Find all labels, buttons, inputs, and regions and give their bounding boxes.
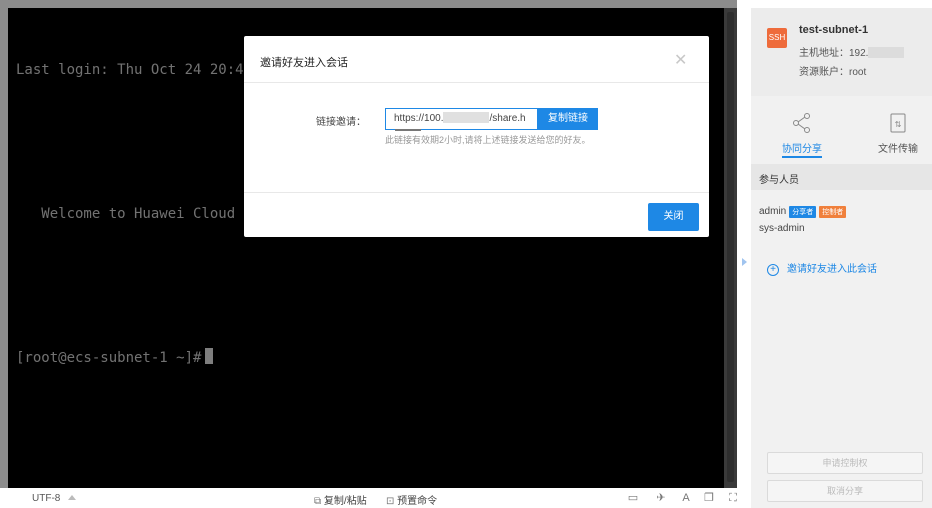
active-tab-indicator: [782, 156, 822, 158]
close-button[interactable]: 关闭: [648, 203, 699, 231]
copy-paste-label: 复制/粘贴: [323, 496, 367, 507]
invite-friend-link[interactable]: + 邀请好友进入此会话: [767, 260, 877, 276]
encoding-value: UTF-8: [32, 493, 61, 504]
file-transfer-icon: ⇅: [863, 112, 932, 136]
caret-up-icon: [68, 495, 77, 500]
participant-name: sys-admin: [759, 223, 805, 234]
request-control-button[interactable]: 申请控制权: [767, 452, 923, 474]
collapse-arrow-icon[interactable]: [742, 258, 747, 266]
side-panel: SSH test-subnet-1 主机地址：192. 资源账户：root 协同…: [751, 8, 932, 508]
link-invite-label: 链接邀请：: [316, 117, 366, 128]
divider: [244, 82, 709, 83]
host-address-text: 主机地址：192.: [799, 48, 869, 59]
copy-paste-button[interactable]: ⧉ 复制/粘贴: [314, 492, 367, 507]
link-hint: 此链接有效期2小时,请将上述链接发送给您的好友。: [385, 135, 591, 145]
redacted-block: [868, 47, 905, 58]
sharer-tag: 分享者: [789, 206, 817, 218]
participants-title: 参与人员: [751, 164, 932, 190]
fullscreen-icon[interactable]: ⛶: [726, 492, 740, 504]
participant-row: sys-admin: [759, 223, 805, 234]
participant-row: admin 分享者 控制者: [759, 206, 847, 218]
app-root: Last login: Thu Oct 24 20:40:05 2019 fro…: [0, 0, 932, 508]
controller-tag: 控制者: [819, 206, 847, 218]
invite-dialog: 邀请好友进入会话 ✕ 链接邀请： https://100. /share.h 复制…: [244, 36, 709, 237]
participant-name: admin: [759, 206, 787, 217]
cancel-share-button[interactable]: 取消分享: [767, 480, 923, 502]
close-icon[interactable]: ✕: [674, 50, 687, 70]
resource-account: 资源账户：root: [799, 67, 867, 78]
terminal-icon[interactable]: ▭: [626, 492, 640, 504]
font-icon[interactable]: A: [679, 492, 693, 504]
ssh-badge: SSH: [767, 28, 787, 48]
text-cursor-mark: [395, 129, 421, 131]
panel-tabs: 协同分享 ⇅ 文件传输: [751, 100, 932, 160]
preset-command-icon: ⊡: [386, 496, 398, 507]
share-link-input[interactable]: https://100. /share.h: [385, 108, 538, 130]
window-icon[interactable]: ❐: [702, 492, 716, 504]
send-icon[interactable]: ✈: [654, 492, 668, 504]
svg-text:⇅: ⇅: [895, 120, 902, 129]
share-icon: [767, 112, 837, 136]
redacted-block: [443, 112, 490, 123]
host-info: SSH test-subnet-1 主机地址：192. 资源账户：root: [751, 8, 932, 96]
bottom-toolbar: UTF-8 ⧉ 复制/粘贴 ⊡ 预置命令 ▭ ✈ A ❐ ⛶: [0, 488, 751, 508]
invite-friend-label: 邀请好友进入此会话: [787, 264, 877, 275]
share-link-prefix: https://100.: [394, 113, 444, 124]
preset-command-button[interactable]: ⊡ 预置命令: [386, 492, 437, 507]
tab-share[interactable]: 协同分享: [767, 112, 837, 155]
tab-file-transfer[interactable]: ⇅ 文件传输: [863, 112, 932, 155]
host-name: test-subnet-1: [799, 24, 869, 36]
tab-share-label: 协同分享: [782, 144, 822, 155]
encoding-select[interactable]: UTF-8: [32, 493, 77, 504]
plus-circle-icon: +: [767, 264, 779, 276]
divider: [244, 192, 709, 193]
share-link-suffix: /share.h: [489, 113, 526, 124]
copy-icon: ⧉: [314, 496, 324, 507]
preset-command-label: 预置命令: [397, 496, 438, 507]
tab-file-transfer-label: 文件传输: [878, 144, 918, 155]
copy-link-button[interactable]: 复制链接: [538, 108, 598, 130]
dialog-title: 邀请好友进入会话: [260, 57, 348, 69]
host-address: 主机地址：192.: [799, 44, 905, 59]
